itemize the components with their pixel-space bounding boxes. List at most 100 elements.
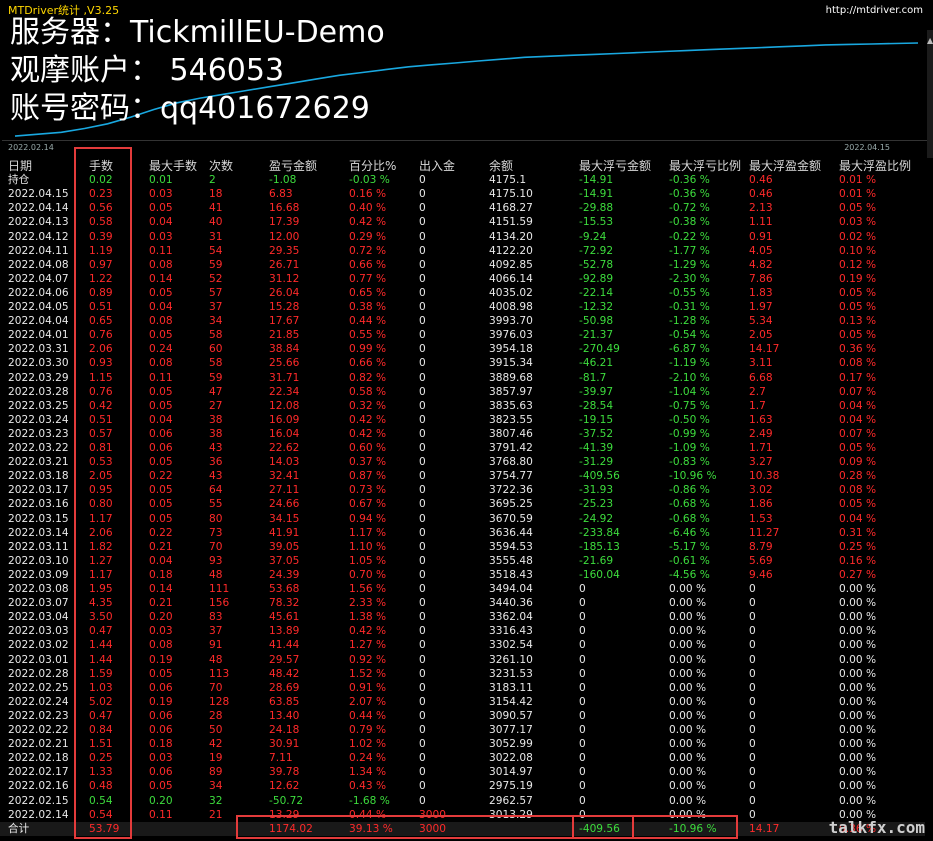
- table-cell: 0.42 %: [349, 216, 387, 229]
- watermark-logo: talkfx.com: [828, 818, 925, 837]
- table-row: 2022.03.24 0.51 0.04 38 16.09 0.42 % 0 3823.55-…: [0, 413, 925, 427]
- table-cell: -41.39: [579, 442, 614, 454]
- table-cell: 111: [209, 583, 230, 595]
- table-cell: -1.28 %: [669, 315, 710, 328]
- table-cell: 3993.70: [489, 315, 533, 328]
- table-cell: 32.41: [269, 470, 300, 483]
- table-cell: 0: [419, 385, 426, 398]
- table-cell: 6.83: [269, 188, 293, 201]
- table-cell: 3014.97: [489, 766, 533, 779]
- table-cell: 8.79: [749, 540, 773, 553]
- table-cell: 24.18: [269, 724, 300, 736]
- table-cell: 4134.20: [489, 230, 533, 243]
- table-cell: 12.00: [269, 230, 300, 243]
- column-header: 余额: [489, 159, 514, 173]
- table-cell: 2022.03.11: [8, 540, 69, 553]
- table-cell: -52.78: [579, 258, 614, 271]
- table-cell: 54: [209, 244, 223, 257]
- table-cell: -72.92: [579, 244, 614, 257]
- table-cell: 3.27: [749, 456, 773, 469]
- table-row: 2022.03.07 4.35 0.21 156 78.32 2.33 % 0 3440.36…: [0, 596, 925, 610]
- table-cell: -29.88: [579, 202, 614, 215]
- table-cell: 2022.03.21: [8, 456, 69, 469]
- table-cell: 0.21: [149, 597, 173, 610]
- table-cell: 0.00 %: [669, 766, 707, 779]
- table-cell: 37: [209, 625, 223, 638]
- table-cell: 0: [579, 597, 586, 610]
- table-row: 持仓 0.02 0.01 2 -1.08 -0.03 % 0 4175.1 -14.91 -0.3…: [0, 173, 925, 187]
- table-cell: 6.68: [749, 371, 773, 384]
- table-cell: -0.68 %: [669, 498, 710, 511]
- table-cell: 3889.68: [489, 371, 533, 384]
- table-cell: 3636.44: [489, 526, 533, 539]
- table-cell: 0.00 %: [669, 653, 707, 666]
- table-row: 2022.03.03 0.47 0.03 37 13.89 0.42 % 0 3316.43 0…: [0, 624, 925, 638]
- table-cell: 5.69: [749, 554, 773, 567]
- table-cell: 0: [419, 470, 426, 483]
- table-cell: -2.30 %: [669, 272, 710, 285]
- table-cell: -37.52: [579, 427, 614, 440]
- table-cell: 0.00 %: [839, 653, 877, 666]
- table-cell: 0: [419, 738, 426, 751]
- table-row: 2022.03.23 0.57 0.06 38 16.04 0.42 % 0 3807.46-…: [0, 427, 925, 441]
- column-header: 最大浮亏比例: [669, 159, 742, 173]
- table-cell: 3231.53: [489, 667, 533, 680]
- scroll-up-icon[interactable]: ▲: [927, 36, 933, 45]
- table-cell: 2022.03.29: [8, 371, 69, 384]
- table-cell: 7.86: [749, 272, 773, 285]
- table-cell: 2022.03.23: [8, 427, 69, 440]
- table-cell: 2022.02.16: [8, 780, 69, 793]
- table-cell: 39.78: [269, 766, 300, 779]
- table-cell: 2022.02.23: [8, 709, 69, 722]
- table-cell: 47: [209, 385, 223, 398]
- table-cell: 2022.03.28: [8, 385, 69, 398]
- table-cell: 3915.34: [489, 357, 533, 370]
- table-row: 2022.04.07 1.22 0.14 52 31.12 0.77 % 0 4066.14-…: [0, 272, 925, 286]
- table-cell: 3362.04: [489, 611, 533, 624]
- table-cell: 2022.03.24: [8, 413, 69, 426]
- table-cell: 0.05 %: [839, 498, 877, 511]
- table-cell: 0.03: [149, 752, 173, 765]
- table-cell: 0.32 %: [349, 399, 387, 412]
- table-cell: 0.00 %: [669, 611, 707, 624]
- table-cell: -14.91: [579, 174, 614, 187]
- table-cell: 3261.10: [489, 653, 533, 666]
- table-cell: -15.53: [579, 216, 614, 229]
- table-cell: 2022.03.17: [8, 484, 69, 497]
- table-cell: 0.42 %: [349, 427, 387, 440]
- table-cell: 0.42 %: [349, 413, 387, 426]
- table-cell: 27.11: [269, 484, 300, 497]
- table-cell: 0.29 %: [349, 230, 387, 243]
- table-cell: 0.04: [149, 413, 173, 426]
- table-cell: -409.56: [579, 470, 620, 483]
- column-header: 次数: [209, 159, 234, 173]
- table-cell: 0: [579, 681, 586, 694]
- table-cell: 12.08: [269, 399, 300, 412]
- column-header: 最大浮盈比例: [839, 159, 912, 173]
- table-row: 2022.02.18 0.25 0.03 19 7.11 0.24 % 0 3022.08 0 0…: [0, 751, 925, 765]
- table-cell: 7.11: [269, 752, 293, 765]
- table-cell: 0.04 %: [839, 399, 877, 412]
- table-cell: 0.00 %: [839, 794, 877, 807]
- table-row: 2022.02.22 0.84 0.06 50 24.18 0.79 % 0 3077.17 0…: [0, 723, 925, 737]
- table-cell: -1.04 %: [669, 385, 710, 398]
- table-cell: -28.54: [579, 399, 614, 412]
- table-cell: -24.92: [579, 512, 614, 525]
- table-cell: 0.46: [749, 174, 773, 187]
- table-cell: 89: [209, 766, 223, 779]
- table-cell: 31.71: [269, 371, 300, 384]
- table-cell: 0: [419, 695, 426, 708]
- table-row: 2022.03.15 1.17 0.05 80 34.15 0.94 % 0 3670.59-…: [0, 512, 925, 526]
- chart-axis-line: [2, 140, 931, 141]
- table-cell: 48.42: [269, 667, 300, 680]
- site-url[interactable]: http://mtdriver.com: [826, 5, 923, 16]
- table-cell: 29.57: [269, 653, 300, 666]
- table-cell: 3302.54: [489, 639, 533, 652]
- table-cell: -0.55 %: [669, 286, 710, 299]
- table-cell: 0: [419, 413, 426, 426]
- table-cell: 0: [419, 315, 426, 328]
- table-cell: 0: [419, 202, 426, 215]
- table-cell: 17.67: [269, 315, 300, 328]
- table-cell: 0.36 %: [839, 343, 877, 356]
- table-cell: 4066.14: [489, 272, 533, 285]
